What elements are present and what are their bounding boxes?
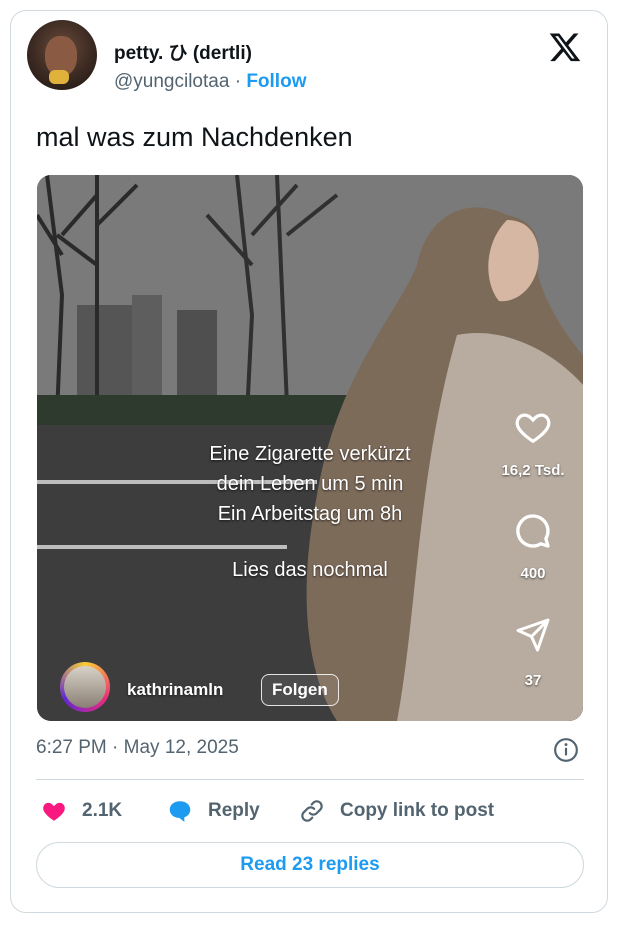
reel-username[interactable]: kathrinamln: [127, 680, 223, 700]
reply-bubble-icon: [169, 801, 191, 822]
divider: [36, 779, 584, 780]
follow-button[interactable]: Follow: [246, 71, 306, 92]
like-count: 16,2 Tsd.: [501, 462, 565, 479]
comment-icon[interactable]: [513, 511, 553, 551]
overlay-line-4: Lies das nochmal: [232, 559, 388, 581]
copy-link-label: Copy link to post: [340, 800, 495, 821]
share-icon[interactable]: [515, 617, 551, 653]
reply-action[interactable]: Reply: [166, 798, 260, 824]
embedded-video[interactable]: Eine Zigarette verkürzt dein Leben um 5 …: [37, 175, 583, 721]
handle-row: @yungcilotaa · Follow: [114, 71, 306, 93]
reel-follow-button[interactable]: Folgen: [261, 674, 339, 706]
overlay-line-2: dein Leben um 5 min: [216, 473, 404, 495]
reel-avatar[interactable]: [60, 662, 110, 712]
overlay-line-3: Ein Arbeitstag um 8h: [217, 503, 403, 525]
x-logo-icon[interactable]: [548, 30, 582, 64]
heart-icon[interactable]: [513, 408, 553, 446]
overlay-line-1: Eine Zigarette verkürzt: [209, 443, 411, 465]
info-icon[interactable]: [553, 737, 579, 763]
link-icon: [301, 800, 323, 822]
like-heart-icon: [43, 802, 65, 821]
avatar[interactable]: [27, 20, 97, 90]
handle[interactable]: @yungcilotaa: [114, 71, 229, 92]
comment-count: 400: [520, 565, 546, 582]
copy-link-action[interactable]: Copy link to post: [298, 798, 494, 824]
like-action[interactable]: 2.1K: [40, 798, 122, 824]
display-name[interactable]: petty. ひ (dertli): [114, 38, 252, 65]
like-count-label: 2.1K: [82, 800, 123, 821]
tweet-text: mal was zum Nachdenken: [36, 122, 353, 152]
timestamp[interactable]: 6:27 PM · May 12, 2025: [36, 737, 239, 759]
read-replies-button[interactable]: Read 23 replies: [36, 842, 584, 888]
reply-label: Reply: [208, 800, 260, 821]
separator: ·: [234, 71, 242, 92]
share-count: 37: [524, 672, 542, 689]
